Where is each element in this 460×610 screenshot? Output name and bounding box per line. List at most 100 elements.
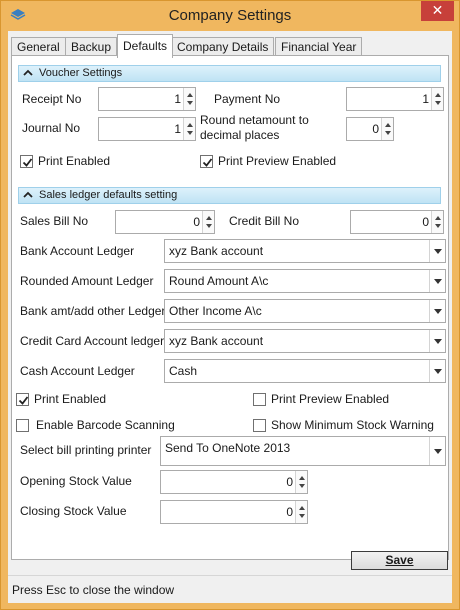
spin-down-icon[interactable]	[187, 131, 193, 135]
dropdown-arrow-icon[interactable]	[429, 330, 445, 352]
close-icon: ✕	[431, 2, 444, 18]
spin-up-icon[interactable]	[435, 216, 441, 220]
spin-up-icon[interactable]	[385, 123, 391, 127]
credit-card-ledger-value: xyz Bank account	[169, 334, 264, 348]
close-button[interactable]: ✕	[421, 1, 454, 21]
journal-no-value: 1	[174, 122, 181, 136]
bank-amt-other-ledger-label: Bank amt/add other Ledger	[20, 304, 166, 318]
closing-stock-field[interactable]: 0	[160, 500, 308, 524]
spin-down-icon[interactable]	[385, 131, 391, 135]
title-bar[interactable]: Company Settings ✕	[1, 1, 459, 31]
payment-no-field[interactable]: 1	[346, 87, 444, 111]
spin-up-icon[interactable]	[299, 506, 305, 510]
round-netamount-label: Round netamount to	[200, 113, 309, 127]
spin-down-icon[interactable]	[206, 224, 212, 228]
dropdown-arrow-icon[interactable]	[429, 240, 445, 262]
sales-bill-no-field[interactable]: 0	[115, 210, 215, 234]
bank-amt-other-ledger-value: Other Income A\c	[169, 304, 262, 318]
dropdown-arrow-icon[interactable]	[429, 270, 445, 292]
spin-down-icon[interactable]	[435, 224, 441, 228]
spin-down-icon[interactable]	[187, 101, 193, 105]
checkbox-box[interactable]	[20, 155, 33, 168]
bill-printer-value: Send To OneNote 2013	[165, 441, 291, 455]
checkbox-box[interactable]	[16, 419, 29, 432]
tab-general[interactable]: General	[11, 37, 66, 57]
spin-down-icon[interactable]	[299, 484, 305, 488]
spin-down-icon[interactable]	[299, 514, 305, 518]
spin-up-icon[interactable]	[187, 93, 193, 97]
checkbox-box[interactable]	[253, 419, 266, 432]
dropdown-arrow-icon[interactable]	[429, 360, 445, 382]
round-decimal-field[interactable]: 0	[346, 117, 394, 141]
bill-printer-select[interactable]: Send To OneNote 2013	[160, 436, 446, 466]
voucher-print-preview-label: Print Preview Enabled	[218, 154, 337, 168]
cash-account-ledger-label: Cash Account Ledger	[20, 364, 135, 378]
rounded-amount-ledger-value: Round Amount A\c	[169, 274, 269, 288]
receipt-no-value: 1	[174, 92, 181, 106]
save-button[interactable]: Save	[351, 551, 448, 570]
receipt-no-label: Receipt No	[22, 92, 82, 106]
payment-no-spinner[interactable]	[431, 88, 443, 110]
spin-up-icon[interactable]	[299, 476, 305, 480]
tab-company-details[interactable]: Company Details	[171, 37, 275, 57]
opening-stock-label: Opening Stock Value	[20, 474, 132, 488]
credit-bill-no-spinner[interactable]	[431, 211, 443, 233]
cash-account-ledger-select[interactable]: Cash	[164, 359, 446, 383]
cash-account-ledger-value: Cash	[169, 364, 198, 378]
sales-print-preview-label: Print Preview Enabled	[271, 392, 390, 406]
opening-stock-field[interactable]: 0	[160, 470, 308, 494]
sales-bill-no-label: Sales Bill No	[20, 214, 89, 228]
spin-down-icon[interactable]	[435, 101, 441, 105]
payment-no-label: Payment No	[214, 92, 281, 106]
barcode-scanning-label: Enable Barcode Scanning	[36, 418, 175, 432]
dropdown-arrow-icon[interactable]	[429, 437, 445, 465]
voucher-settings-title: Voucher Settings	[39, 67, 123, 79]
sales-bill-no-value: 0	[193, 215, 200, 229]
checkbox-box[interactable]	[16, 393, 29, 406]
chevron-up-icon	[23, 191, 33, 198]
rounded-amount-ledger-select[interactable]: Round Amount A\c	[164, 269, 446, 293]
sales-print-enabled-label: Print Enabled	[34, 392, 107, 406]
checkbox-box[interactable]	[253, 393, 266, 406]
receipt-no-field[interactable]: 1	[98, 87, 196, 111]
status-text: Press Esc to close the window	[12, 583, 175, 597]
bank-account-ledger-select[interactable]: xyz Bank account	[164, 239, 446, 263]
receipt-no-spinner[interactable]	[183, 88, 195, 110]
window-title: Company Settings	[168, 7, 292, 24]
checkmark-icon	[18, 396, 29, 405]
credit-bill-no-label: Credit Bill No	[229, 214, 300, 228]
closing-stock-spinner[interactable]	[295, 501, 307, 523]
min-stock-warning-label: Show Minimum Stock Warning	[271, 418, 434, 432]
payment-no-value: 1	[422, 92, 429, 106]
company-settings-window: Company Settings ✕ General Backup Defaul…	[0, 0, 460, 610]
spin-up-icon[interactable]	[435, 93, 441, 97]
rounded-amount-ledger-label: Rounded Amount Ledger	[20, 274, 154, 288]
voucher-settings-header[interactable]: Voucher Settings	[18, 65, 441, 82]
dropdown-arrow-icon[interactable]	[429, 300, 445, 322]
bank-account-ledger-label: Bank Account Ledger	[20, 244, 135, 258]
credit-card-ledger-label: Credit Card Account ledger	[20, 334, 165, 348]
tab-financial-year[interactable]: Financial Year	[275, 37, 363, 57]
journal-no-field[interactable]: 1	[98, 117, 196, 141]
sales-bill-no-spinner[interactable]	[202, 211, 214, 233]
credit-card-ledger-select[interactable]: xyz Bank account	[164, 329, 446, 353]
tab-defaults[interactable]: Defaults	[117, 34, 174, 58]
round-decimal-value: 0	[372, 122, 379, 136]
checkmark-icon	[202, 158, 213, 167]
round-decimal-spinner[interactable]	[381, 118, 393, 140]
client-area: General Backup Defaults Company Details …	[8, 31, 452, 603]
opening-stock-spinner[interactable]	[295, 471, 307, 493]
credit-bill-no-field[interactable]: 0	[350, 210, 444, 234]
tab-backup[interactable]: Backup	[65, 37, 118, 57]
bank-amt-other-ledger-select[interactable]: Other Income A\c	[164, 299, 446, 323]
closing-stock-value: 0	[286, 505, 293, 519]
status-bar: Press Esc to close the window	[8, 575, 452, 603]
defaults-panel: Voucher Settings Receipt No 1 Payment No…	[11, 55, 449, 560]
spin-up-icon[interactable]	[187, 123, 193, 127]
journal-no-spinner[interactable]	[183, 118, 195, 140]
closing-stock-label: Closing Stock Value	[20, 504, 127, 518]
sales-ledger-header[interactable]: Sales ledger defaults setting	[18, 187, 441, 204]
sales-ledger-title: Sales ledger defaults setting	[39, 189, 178, 201]
spin-up-icon[interactable]	[206, 216, 212, 220]
checkbox-box[interactable]	[200, 155, 213, 168]
